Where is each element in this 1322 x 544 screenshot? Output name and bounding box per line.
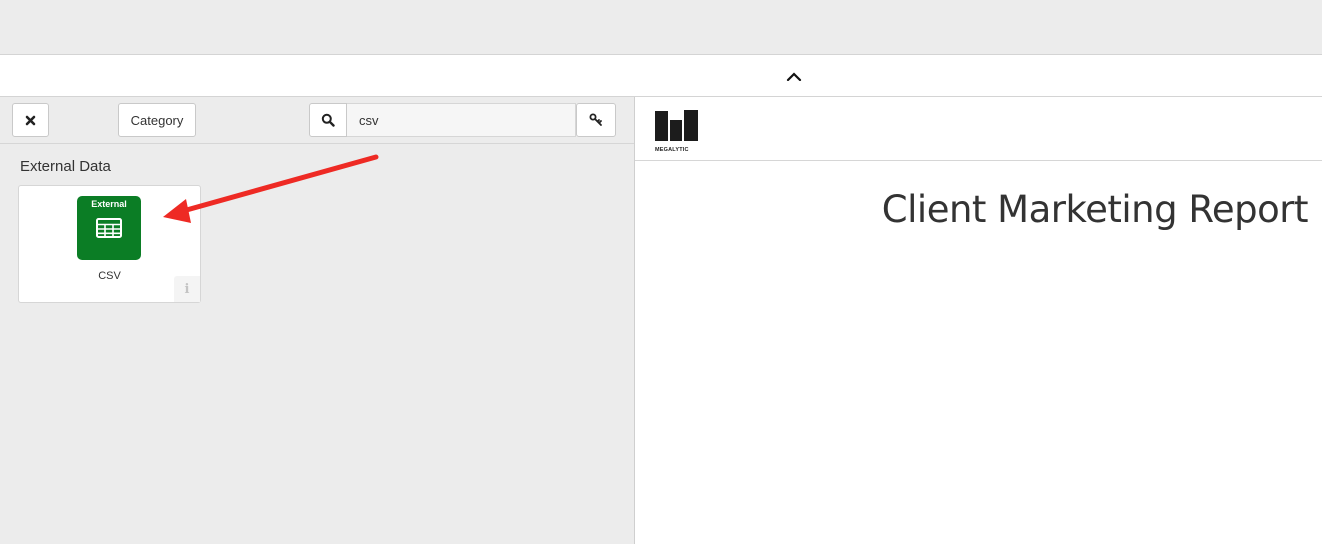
close-button[interactable] <box>12 103 49 137</box>
section-title: External Data <box>20 158 111 175</box>
connector-badge: External <box>91 199 127 209</box>
data-source-panel: Category External Data External CSV i <box>0 97 635 544</box>
csv-connector-tile[interactable]: External CSV i <box>18 185 201 303</box>
info-icon[interactable]: i <box>174 276 200 302</box>
logo-text: MEGALYTIC <box>655 147 689 153</box>
search-icon <box>321 113 335 127</box>
logo-bar: MEGALYTIC <box>635 97 1322 161</box>
collapse-button[interactable] <box>780 63 808 89</box>
key-icon <box>589 113 602 126</box>
top-bar <box>0 0 1322 55</box>
report-panel: MEGALYTIC Client Marketing Report <box>635 97 1322 544</box>
table-icon <box>96 218 122 238</box>
report-title: Client Marketing Report <box>881 188 1309 231</box>
key-button[interactable] <box>576 103 616 137</box>
search-input[interactable] <box>347 103 576 137</box>
megalytic-logo: MEGALYTIC <box>655 110 699 153</box>
panel-toolbar: Category <box>0 97 634 144</box>
close-icon <box>25 115 36 125</box>
collapse-bar <box>0 55 1322 97</box>
connector-icon: External <box>77 196 141 260</box>
logo-bars-icon <box>655 110 698 141</box>
chevron-up-icon <box>786 72 802 81</box>
search-button[interactable] <box>309 103 347 137</box>
category-button-label: Category <box>130 112 184 128</box>
category-button[interactable]: Category <box>118 103 196 137</box>
connector-label: CSV <box>98 270 121 282</box>
